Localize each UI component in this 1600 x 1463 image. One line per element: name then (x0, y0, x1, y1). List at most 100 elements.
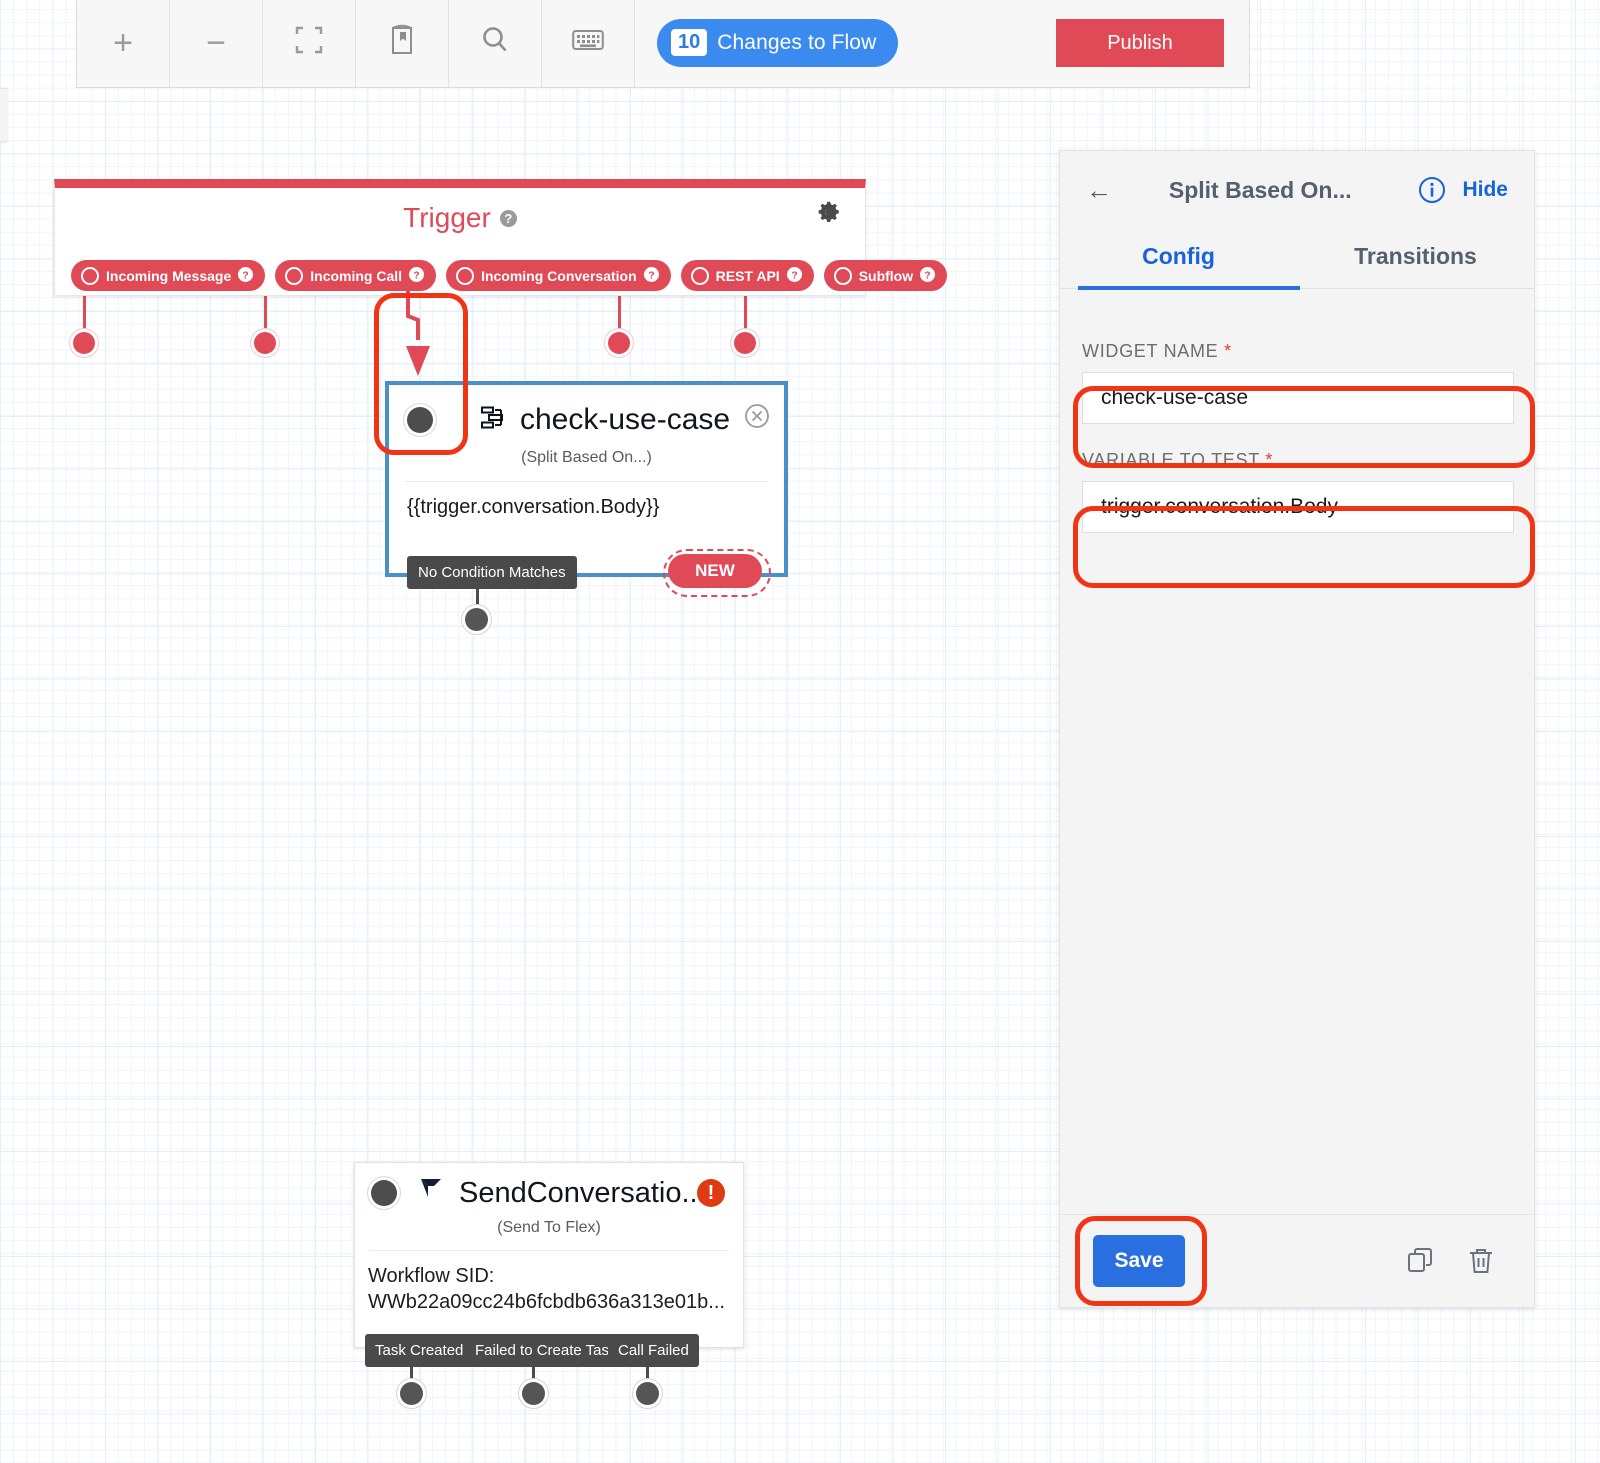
changes-to-flow-label: Changes to Flow (717, 30, 877, 54)
variable-to-test-label: VARIABLE TO TEST * (1082, 450, 1534, 471)
output-chip-task-created[interactable]: Task Created (365, 1334, 474, 1367)
output-chip-call-failed[interactable]: Call Failed (608, 1334, 699, 1367)
help-icon[interactable]: ? (499, 209, 517, 227)
variable-to-test-value: trigger.conversation.Body (1101, 495, 1338, 518)
trigger-pill-incoming-call[interactable]: Incoming Call ? (275, 260, 437, 291)
connector-dot-subflow[interactable] (734, 332, 756, 354)
trigger-card: Trigger ? Incoming Message ? Incoming Ca… (54, 179, 948, 296)
minus-icon: − (206, 23, 226, 62)
widget-library-icon (388, 24, 416, 61)
panel-tabs: Config Transitions (1060, 229, 1534, 290)
search-button[interactable] (449, 0, 542, 87)
help-icon[interactable]: ? (920, 266, 936, 285)
widget-name-label-text: WIDGET NAME (1082, 341, 1219, 361)
required-marker: * (1265, 450, 1274, 470)
trigger-pill-label: REST API (715, 267, 780, 284)
panel-footer: Save (1060, 1214, 1534, 1307)
svg-text:?: ? (243, 270, 249, 281)
duplicate-icon[interactable] (1406, 1246, 1436, 1276)
changes-to-flow-button[interactable]: 10 Changes to Flow (657, 18, 899, 67)
svg-text:?: ? (648, 270, 654, 281)
trigger-title: Trigger ? (55, 202, 865, 234)
node-input-dot[interactable] (407, 407, 433, 433)
trigger-pill-subflow[interactable]: Subflow ? (823, 260, 948, 291)
workflow-sid-value: WWb22a09cc24b6fcbdb636a313e01b... (368, 1291, 725, 1314)
radio-icon (81, 266, 99, 285)
required-marker: * (1224, 341, 1232, 361)
connector-dot-incoming-message[interactable] (73, 332, 95, 354)
footer-actions (1406, 1246, 1496, 1276)
zoom-out-button[interactable]: − (170, 0, 263, 87)
save-label: Save (1114, 1249, 1164, 1272)
error-icon[interactable]: ! (697, 1179, 725, 1207)
flex-node-body: Workflow SID: WWb22a09cc24b6fcbdb636a313… (368, 1263, 743, 1316)
send-to-flex-node[interactable]: SendConversatio... ! (Send To Flex) Work… (354, 1162, 744, 1348)
close-icon[interactable] (744, 403, 770, 434)
split-based-on-icon (481, 405, 509, 436)
tab-transitions[interactable]: Transitions (1297, 229, 1534, 288)
trigger-pill-incoming-conversation[interactable]: Incoming Conversation ? (446, 260, 671, 291)
connector-dot-rest-api[interactable] (608, 332, 630, 354)
output-chip-failed-to-create-task[interactable]: Failed to Create Task (465, 1334, 627, 1367)
split-node-title: check-use-case (520, 403, 731, 436)
svg-text:?: ? (413, 270, 419, 281)
keyboard-shortcuts-button[interactable] (542, 0, 635, 87)
divider (369, 1250, 729, 1251)
split-node-header: check-use-case (389, 385, 784, 455)
widget-name-label: WIDGET NAME * (1082, 341, 1534, 362)
radio-icon (690, 266, 709, 285)
save-button[interactable]: Save (1093, 1235, 1185, 1287)
variable-to-test-label-text: VARIABLE TO TEST (1082, 450, 1260, 470)
panel-header: ← Split Based On... Hide (1060, 151, 1534, 229)
connector-dot-failed-to-create-task[interactable] (522, 1382, 545, 1405)
connector-dot-task-created[interactable] (400, 1382, 423, 1405)
trigger-pill-incoming-message[interactable]: Incoming Message ? (71, 260, 266, 291)
panel-title: Split Based On... (1168, 176, 1352, 203)
zoom-in-button[interactable]: + (77, 0, 170, 87)
trash-icon[interactable] (1466, 1246, 1496, 1276)
no-condition-matches-chip[interactable]: No Condition Matches (407, 556, 577, 589)
connector-dot-incoming-call[interactable] (254, 332, 276, 354)
split-widget-node[interactable]: check-use-case (Split Based On...) {{tri… (385, 381, 788, 577)
connector-dot-no-condition[interactable] (465, 608, 488, 631)
radio-icon (285, 266, 304, 285)
trigger-title-text: Trigger (403, 202, 491, 233)
trigger-pill-rest-api[interactable]: REST API ? (680, 260, 814, 291)
publish-label: Publish (1107, 31, 1173, 54)
tab-config[interactable]: Config (1060, 229, 1297, 288)
widget-name-input[interactable]: check-use-case (1082, 372, 1514, 424)
widget-name-value: check-use-case (1101, 386, 1249, 409)
connector-dot-call-failed[interactable] (636, 1382, 659, 1405)
active-tab-underline (1078, 286, 1300, 290)
help-icon[interactable]: ? (238, 266, 254, 285)
publish-button[interactable]: Publish (1056, 19, 1224, 67)
help-icon[interactable]: ? (786, 266, 802, 285)
twilio-flex-icon (419, 1177, 449, 1210)
changes-count-badge: 10 (671, 29, 708, 56)
fit-screen-icon (294, 25, 324, 60)
variable-to-test-input[interactable]: trigger.conversation.Body (1082, 481, 1514, 533)
help-icon[interactable]: ? (409, 266, 425, 285)
trigger-pill-label: Incoming Message (106, 267, 232, 284)
trigger-pill-label: Incoming Call (310, 267, 403, 284)
gear-icon[interactable] (815, 201, 843, 232)
collapse-panel-button[interactable]: « (0, 88, 8, 142)
flex-node-header: SendConversatio... ! (355, 1163, 743, 1223)
divider (405, 481, 768, 482)
trigger-pill-label: Incoming Conversation (481, 267, 637, 284)
radio-icon (833, 266, 852, 285)
node-input-dot[interactable] (371, 1180, 397, 1206)
info-icon[interactable] (1418, 176, 1446, 204)
new-transition-chip[interactable]: NEW (668, 554, 762, 588)
trigger-pill-list: Incoming Message ? Incoming Call ? Incom… (71, 260, 948, 291)
widget-library-button[interactable] (356, 0, 449, 87)
split-node-expression: {{trigger.conversation.Body}} (407, 496, 660, 518)
search-icon (479, 24, 511, 61)
svg-text:?: ? (924, 270, 930, 281)
flex-node-title: SendConversatio... (459, 1176, 706, 1209)
canvas-toolbar: + − 10 Changes to Flow Publish (76, 0, 1250, 88)
hide-panel-button[interactable]: Hide (1462, 178, 1508, 202)
fit-to-screen-button[interactable] (263, 0, 356, 87)
help-icon[interactable]: ? (643, 266, 659, 285)
keyboard-icon (572, 28, 604, 57)
